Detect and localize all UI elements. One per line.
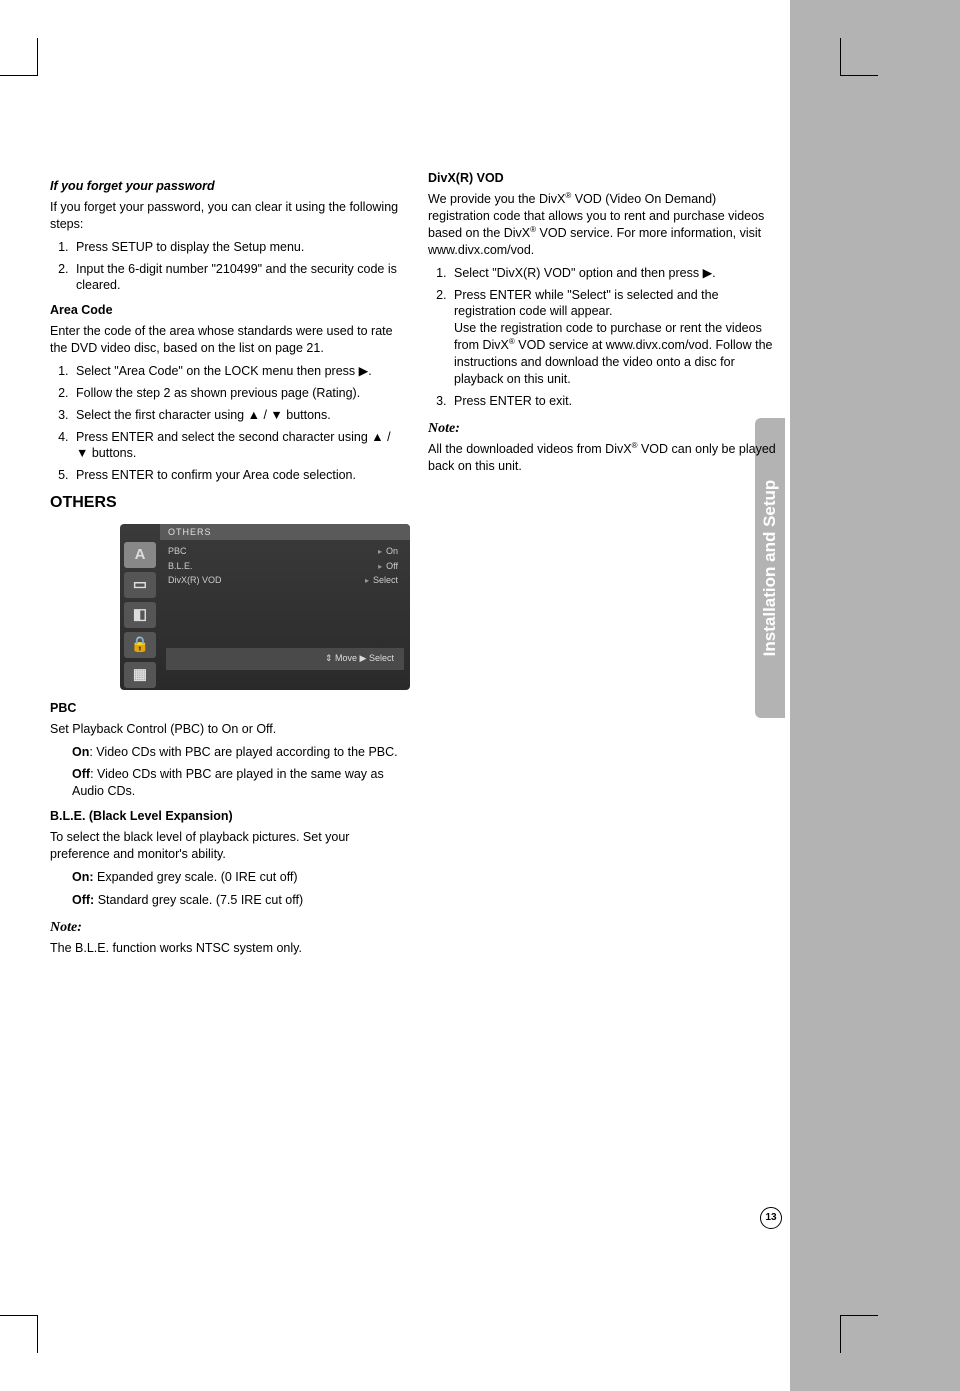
divx-steps: Select "DivX(R) VOD" option and then pre… — [428, 265, 778, 410]
menu-icon-others: ▦ — [124, 662, 156, 688]
list-item: Follow the step 2 as shown previous page… — [72, 385, 400, 402]
heading-area-code: Area Code — [50, 302, 400, 319]
crop-mark — [0, 1315, 38, 1316]
menu-icon-audio: ◧ — [124, 602, 156, 628]
list-item: Input the 6-digit number "210499" and th… — [72, 261, 400, 295]
list-item: Select the first character using ▲ / ▼ b… — [72, 407, 400, 424]
para-pbc: Set Playback Control (PBC) to On or Off. — [50, 721, 400, 738]
others-menu-screenshot: OTHERS A ▭ ◧ 🔒 ▦ PBC ▸On — [120, 524, 410, 690]
list-item: Press ENTER to exit. — [450, 393, 778, 410]
left-column: If you forget your password If you forge… — [50, 170, 400, 962]
right-column: DivX(R) VOD We provide you the DivX® VOD… — [428, 170, 778, 962]
list-item: Press SETUP to display the Setup menu. — [72, 239, 400, 256]
list-item: Press ENTER and select the second charac… — [72, 429, 400, 463]
menu-icon-display: ▭ — [124, 572, 156, 598]
side-margin — [790, 0, 960, 1391]
content-columns: If you forget your password If you forge… — [50, 170, 780, 962]
area-steps: Select "Area Code" on the LOCK menu then… — [50, 363, 400, 484]
crop-mark — [840, 38, 841, 76]
menu-icon-language: A — [124, 542, 156, 568]
para-area: Enter the code of the area whose standar… — [50, 323, 400, 357]
list-item: Press ENTER while "Select" is selected a… — [450, 287, 778, 388]
fig-row: B.L.E. ▸Off — [166, 559, 404, 574]
list-item: Select "DivX(R) VOD" option and then pre… — [450, 265, 778, 282]
crop-mark — [840, 1315, 878, 1316]
page-number: 13 — [760, 1207, 782, 1229]
ble-off: Off: Standard grey scale. (7.5 IRE cut o… — [72, 892, 400, 909]
heading-ble: B.L.E. (Black Level Expansion) — [50, 808, 400, 825]
fig-row-value: Select — [373, 575, 398, 585]
para-divx: We provide you the DivX® VOD (Video On D… — [428, 191, 778, 259]
fig-row-value: Off — [386, 561, 398, 571]
fig-title: OTHERS — [160, 524, 410, 540]
fig-row-label: DivX(R) VOD — [168, 574, 222, 587]
note-text: The B.L.E. function works NTSC system on… — [50, 940, 400, 957]
fig-row-label: B.L.E. — [168, 560, 193, 573]
heading-others: OTHERS — [50, 492, 400, 514]
fig-row: DivX(R) VOD ▸Select — [166, 573, 404, 588]
pbc-on: On: Video CDs with PBC are played accord… — [72, 744, 400, 761]
para-ble: To select the black level of playback pi… — [50, 829, 400, 863]
fig-row: PBC ▸On — [166, 544, 404, 559]
para-forgot: If you forget your password, you can cle… — [50, 199, 400, 233]
fig-row-label: PBC — [168, 545, 187, 558]
list-item: Select "Area Code" on the LOCK menu then… — [72, 363, 400, 380]
note-heading: Note: — [428, 420, 778, 439]
pbc-off: Off: Video CDs with PBC are played in th… — [72, 766, 400, 800]
list-item: Press ENTER to confirm your Area code se… — [72, 467, 400, 484]
fig-row-value: On — [386, 546, 398, 556]
note-heading: Note: — [50, 919, 400, 938]
crop-mark — [0, 75, 38, 76]
crop-mark — [840, 1315, 841, 1353]
heading-forgot-password: If you forget your password — [50, 178, 400, 195]
ble-on: On: Expanded grey scale. (0 IRE cut off) — [72, 869, 400, 886]
crop-mark — [840, 75, 878, 76]
crop-mark — [37, 1315, 38, 1353]
forgot-steps: Press SETUP to display the Setup menu. I… — [50, 239, 400, 295]
fig-footer: ⇕ Move ▶ Select — [166, 648, 404, 670]
note-text: All the downloaded videos from DivX® VOD… — [428, 441, 778, 475]
heading-pbc: PBC — [50, 700, 400, 717]
menu-icon-lock: 🔒 — [124, 632, 156, 658]
crop-mark — [37, 38, 38, 76]
heading-divx: DivX(R) VOD — [428, 170, 778, 187]
